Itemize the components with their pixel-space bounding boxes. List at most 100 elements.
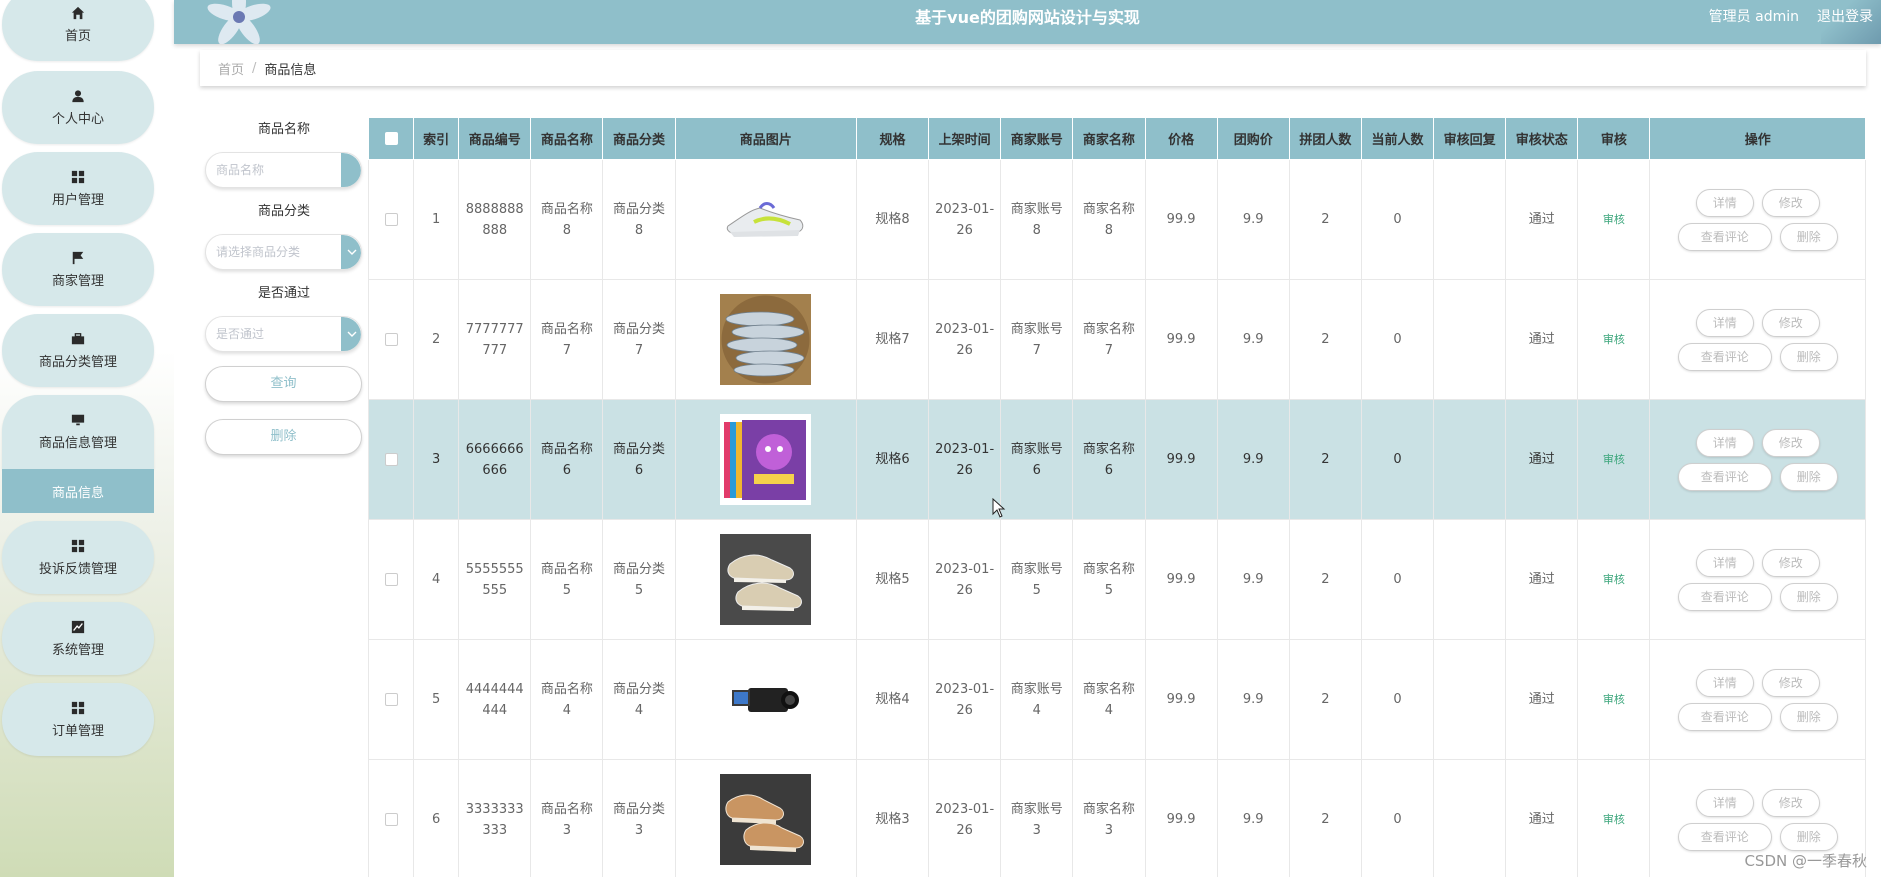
- edit-button[interactable]: 修改: [1761, 668, 1820, 697]
- table-row[interactable]: 6 3333333333 商品名称3 商品分类3 规格3 2023-01-26 …: [368, 759, 1866, 877]
- edit-button[interactable]: 修改: [1761, 548, 1820, 577]
- table-row[interactable]: 4 5555555555 商品名称5 商品分类5 规格5 2023-01-26 …: [368, 519, 1866, 640]
- edit-button[interactable]: 修改: [1761, 308, 1820, 337]
- cell-spec: 规格3: [855, 759, 930, 877]
- cell-price: 99.9: [1144, 519, 1218, 640]
- row-select-cell: [368, 159, 415, 280]
- detail-button[interactable]: 详情: [1695, 548, 1754, 577]
- row-checkbox[interactable]: [384, 573, 398, 586]
- view-comments-button[interactable]: 查看评论: [1677, 582, 1772, 611]
- top-header: 基于vue的团购网站设计与实现 管理员 admin 退出登录: [174, 0, 1881, 44]
- delete-button[interactable]: 删除: [1779, 582, 1838, 611]
- sidebar-item-users[interactable]: 用户管理: [2, 152, 154, 225]
- sidebar-item-categories[interactable]: 商品分类管理: [2, 314, 154, 387]
- cell-image: [674, 519, 857, 640]
- detail-button[interactable]: 详情: [1695, 308, 1754, 337]
- logout-button[interactable]: 退出登录: [1817, 0, 1873, 34]
- sidebar-item-complaints[interactable]: 投诉反馈管理: [2, 521, 154, 594]
- cell-price: 99.9: [1144, 759, 1218, 877]
- detail-button[interactable]: 详情: [1695, 428, 1754, 457]
- table-row[interactable]: 3 6666666666 商品名称6 商品分类6 规格6 2023-01-26 …: [368, 399, 1866, 520]
- query-button[interactable]: 查询: [205, 366, 362, 402]
- sidebar-item-products[interactable]: 商品信息管理: [2, 395, 154, 469]
- edit-button[interactable]: 修改: [1761, 188, 1820, 217]
- sidebar-item-label: 系统管理: [51, 642, 104, 658]
- view-comments-button[interactable]: 查看评论: [1677, 462, 1772, 491]
- view-comments-button[interactable]: 查看评论: [1677, 342, 1772, 371]
- delete-button[interactable]: 删除: [1779, 822, 1838, 851]
- column-header[interactable]: 团购价: [1216, 117, 1290, 160]
- sidebar-item-home[interactable]: 首页: [2, 0, 154, 61]
- delete-button[interactable]: 删除: [1779, 222, 1838, 251]
- brown-shoes-image: [720, 774, 812, 865]
- table-row[interactable]: 5 4444444444 商品名称4 商品分类4 规格4 2023-01-26 …: [368, 639, 1866, 760]
- cell-index: 2: [413, 279, 460, 400]
- product-name-input[interactable]: [206, 153, 326, 187]
- sidebar-item-orders[interactable]: 订单管理: [2, 683, 154, 756]
- row-checkbox[interactable]: [384, 333, 398, 346]
- audit-link[interactable]: 审核: [1603, 453, 1625, 466]
- cell-account: 商家账号7: [1000, 279, 1074, 400]
- table-row[interactable]: 2 7777777777 商品名称7 商品分类7 规格7 2023-01-26 …: [368, 279, 1866, 400]
- audit-link[interactable]: 审核: [1603, 693, 1625, 706]
- column-header[interactable]: 商家账号: [1000, 117, 1074, 160]
- cell-audit: 审核: [1577, 639, 1651, 760]
- sneaker-image: [720, 174, 812, 265]
- row-checkbox[interactable]: [384, 813, 398, 826]
- cell-ops: 详情 修改 查看评论 删除: [1649, 519, 1866, 640]
- sidebar-item-merchants[interactable]: 商家管理: [2, 233, 154, 306]
- column-header[interactable]: 商家名称: [1072, 117, 1146, 160]
- pass-status-select[interactable]: 是否通过: [205, 316, 362, 352]
- column-header[interactable]: 商品分类: [602, 117, 676, 160]
- column-header[interactable]: 上架时间: [928, 117, 1002, 160]
- cell-index: 5: [413, 639, 460, 760]
- column-header[interactable]: 商品名称: [530, 117, 604, 160]
- audit-link[interactable]: 审核: [1603, 213, 1625, 226]
- edit-button[interactable]: 修改: [1761, 428, 1820, 457]
- sidebar-item-label: 用户管理: [51, 192, 104, 208]
- column-header[interactable]: 规格: [855, 117, 930, 160]
- row-actions: 详情 修改 查看评论 删除: [1668, 188, 1848, 251]
- sidebar-item-profile[interactable]: 个人中心: [2, 71, 154, 144]
- view-comments-button[interactable]: 查看评论: [1677, 702, 1772, 731]
- cell-name: 商品名称3: [530, 759, 604, 877]
- delete-button[interactable]: 删除: [1779, 342, 1838, 371]
- row-checkbox[interactable]: [384, 213, 398, 226]
- detail-button[interactable]: 详情: [1695, 668, 1754, 697]
- watermark: CSDN @一季春秋: [1744, 852, 1867, 870]
- delete-button[interactable]: 删除: [1779, 462, 1838, 491]
- row-checkbox[interactable]: [384, 453, 398, 466]
- product-category-select[interactable]: 请选择商品分类: [205, 234, 362, 270]
- column-header[interactable]: 索引: [413, 117, 460, 160]
- audit-link[interactable]: 审核: [1603, 573, 1625, 586]
- detail-button[interactable]: 详情: [1695, 188, 1754, 217]
- column-header[interactable]: 商品图片: [674, 117, 857, 160]
- breadcrumb-home[interactable]: 首页: [218, 59, 244, 78]
- column-header[interactable]: 审核回复: [1433, 117, 1507, 160]
- column-header[interactable]: 拼团人数: [1288, 117, 1362, 160]
- view-comments-button[interactable]: 查看评论: [1677, 822, 1772, 851]
- table-row[interactable]: 1 8888888888 商品名称8 商品分类8 规格8 2023-01-26 …: [368, 159, 1866, 280]
- column-header[interactable]: 价格: [1144, 117, 1218, 160]
- audit-link[interactable]: 审核: [1603, 813, 1625, 826]
- cell-merchant: 商家名称4: [1072, 639, 1146, 760]
- column-header[interactable]: 商品编号: [458, 117, 532, 160]
- cell-status: 通过: [1505, 519, 1579, 640]
- row-checkbox[interactable]: [384, 693, 398, 706]
- edit-button[interactable]: 修改: [1761, 788, 1820, 817]
- column-header[interactable]: 审核状态: [1505, 117, 1579, 160]
- batch-delete-button[interactable]: 删除: [205, 419, 362, 455]
- sidebar-item-label: 首页: [64, 28, 91, 44]
- cell-name: 商品名称8: [530, 159, 604, 280]
- column-header[interactable]: 审核: [1577, 117, 1651, 160]
- input-cap: [341, 153, 361, 187]
- cell-price: 99.9: [1144, 639, 1218, 760]
- column-header[interactable]: 当前人数: [1360, 117, 1435, 160]
- detail-button[interactable]: 详情: [1695, 788, 1754, 817]
- sidebar-subitem-product-info[interactable]: 商品信息: [2, 469, 154, 513]
- view-comments-button[interactable]: 查看评论: [1677, 222, 1772, 251]
- select-all-checkbox[interactable]: [384, 132, 398, 145]
- audit-link[interactable]: 审核: [1603, 333, 1625, 346]
- sidebar-item-system[interactable]: 系统管理: [2, 602, 154, 675]
- delete-button[interactable]: 删除: [1779, 702, 1838, 731]
